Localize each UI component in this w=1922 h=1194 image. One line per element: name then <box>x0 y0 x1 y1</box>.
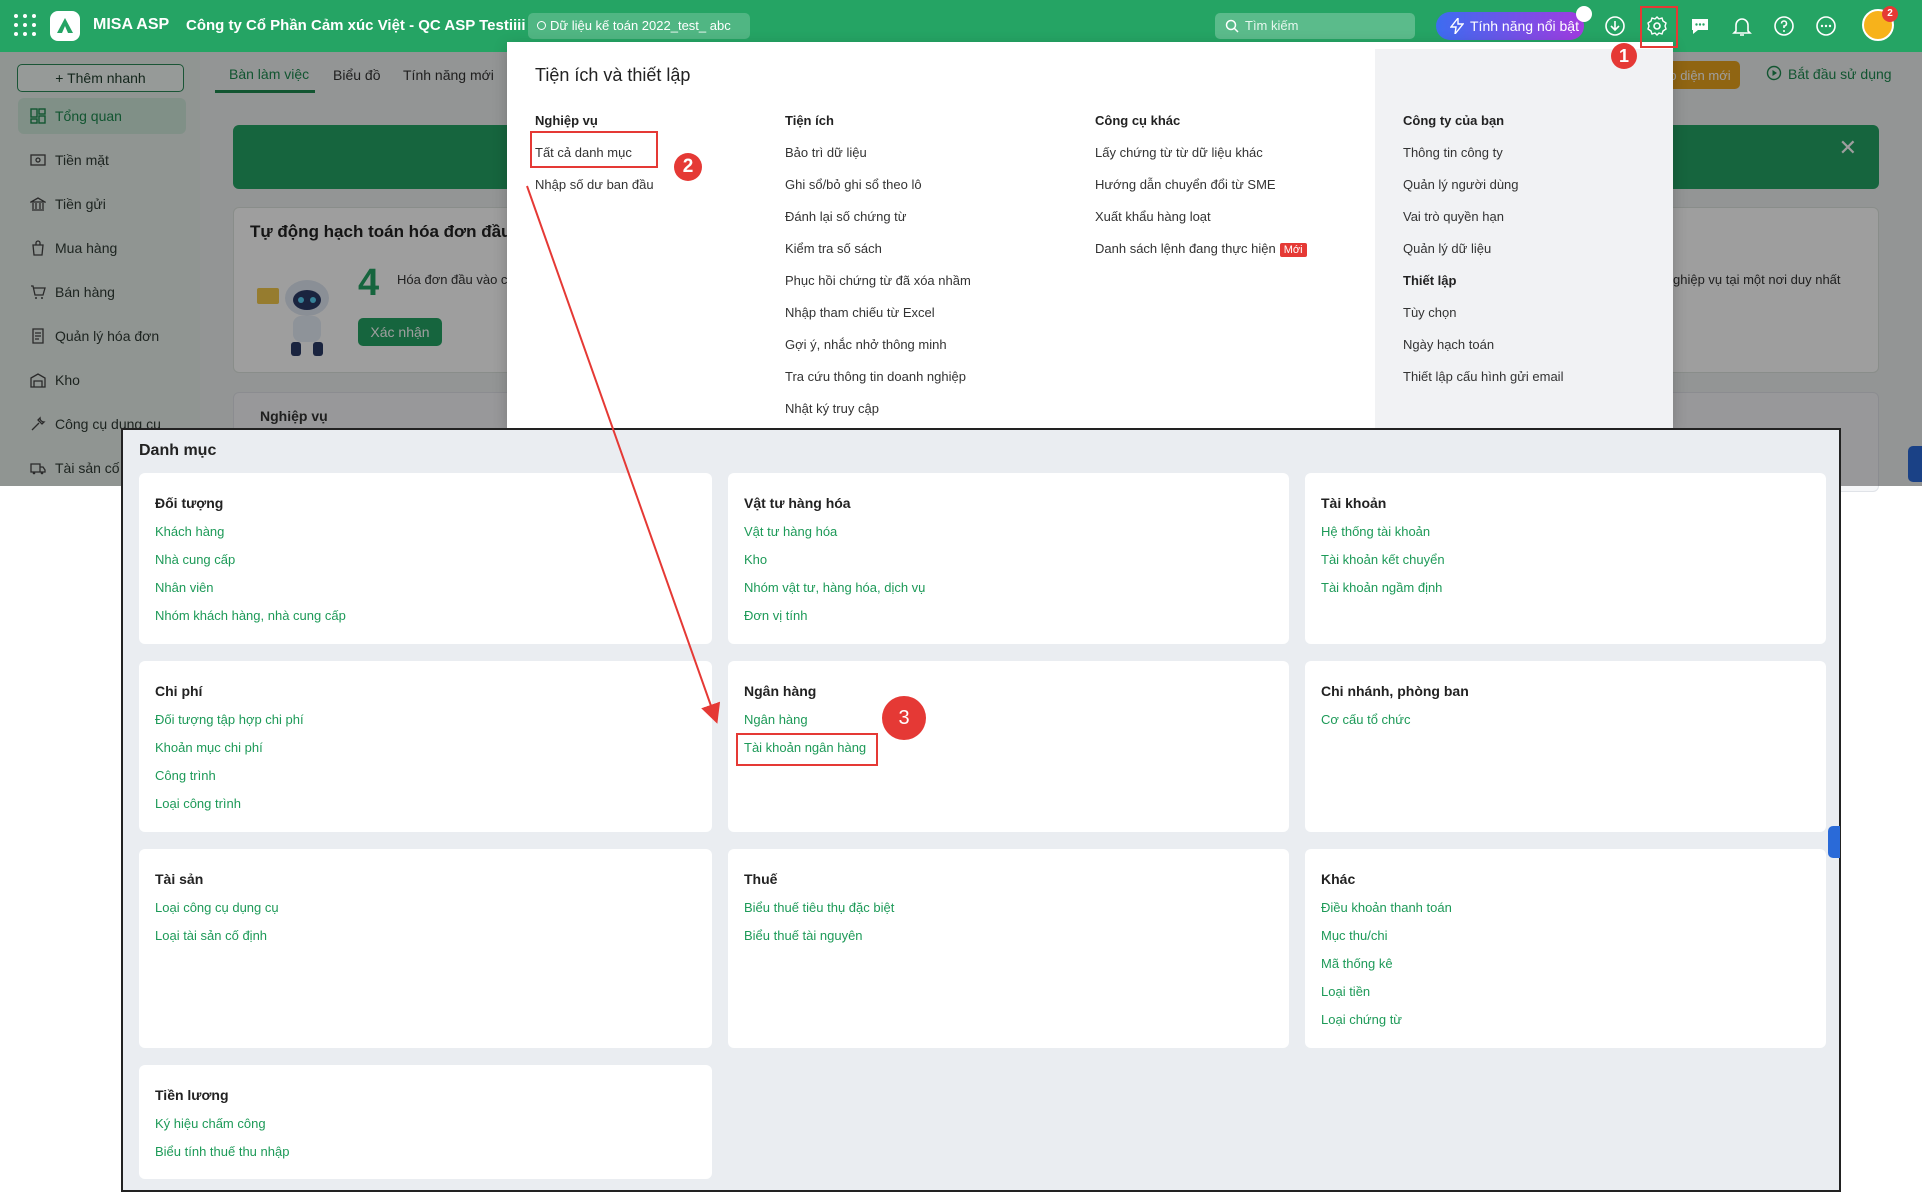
screenshot-scene: MISA ASP Công ty Cổ Phần Cảm xúc Việt - … <box>0 0 1922 1194</box>
step-3-badge: 3 <box>882 696 926 740</box>
step-1-badge: 1 <box>1611 43 1637 69</box>
annotation-arrow <box>526 185 721 724</box>
step-2-badge: 2 <box>674 153 702 181</box>
